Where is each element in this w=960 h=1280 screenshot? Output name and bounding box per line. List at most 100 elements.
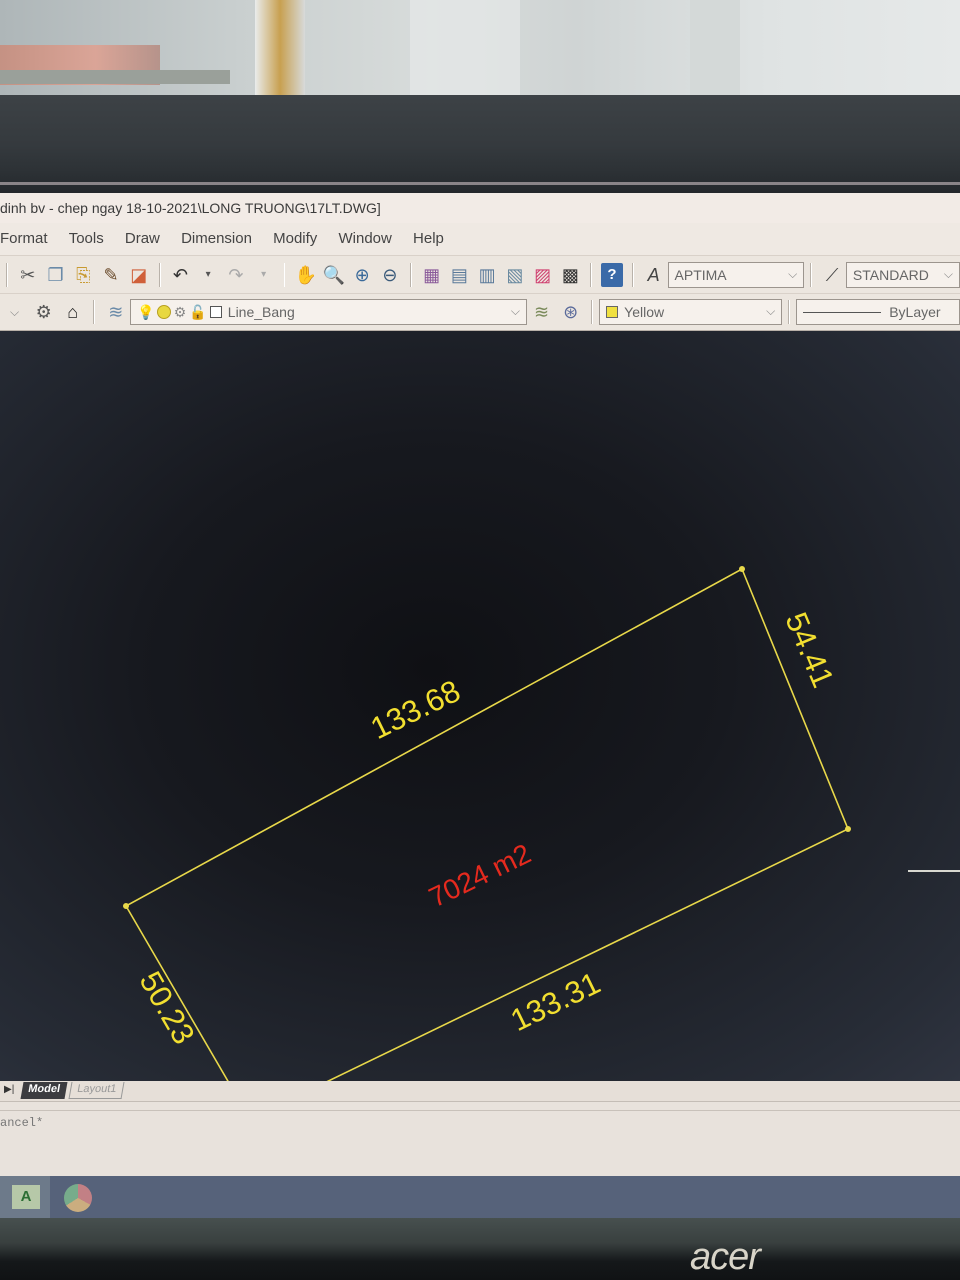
menu-format[interactable]: Format xyxy=(0,230,48,247)
copy-icon[interactable]: ❐ xyxy=(45,263,67,287)
dimension-top[interactable]: 133.68 xyxy=(365,673,466,746)
layer-viewport-freeze-icon: ⚙ xyxy=(173,303,187,320)
text-style-value: APTIMA xyxy=(674,266,727,283)
toolbar-separator xyxy=(6,262,8,287)
drawing-canvas[interactable]: 133.68 54.41 133.31 50.23 7024 m2 X xyxy=(0,331,960,1215)
calculator-icon[interactable]: ▩ xyxy=(559,263,581,287)
parcel-vertex[interactable] xyxy=(739,566,745,572)
dim-style-value: STANDARD xyxy=(852,266,929,283)
toolbar-separator xyxy=(158,262,161,287)
text-style-icon: A xyxy=(647,264,660,285)
zoom-window-icon[interactable]: ⊕ xyxy=(351,263,373,287)
command-separator xyxy=(0,1110,960,1111)
layer-states-icon[interactable]: ≋ xyxy=(104,300,127,324)
monitor-bezel-top xyxy=(0,95,960,195)
linetype-preview xyxy=(803,311,882,313)
markup-icon[interactable]: ▨ xyxy=(532,263,554,287)
design-center-icon[interactable]: ▦ xyxy=(421,263,443,287)
layers-toolbar: ⌵ ⚙ ⌂ ≋ 💡 ⚙ 🔓 Line_Bang ⌵ ≋ ⊛ Yellow ⌵ B… xyxy=(0,293,960,331)
dimension-bottom[interactable]: 133.31 xyxy=(505,965,606,1038)
sheet-set-icon[interactable]: ▧ xyxy=(504,263,526,287)
layer-lock-icon: 🔓 xyxy=(189,303,207,320)
pan-icon[interactable]: ✋ xyxy=(294,263,316,287)
area-label[interactable]: 7024 m2 xyxy=(424,838,536,914)
cut-icon[interactable]: ✂ xyxy=(17,263,39,287)
layer-freeze-icon xyxy=(156,305,171,319)
paste-icon[interactable]: ⎘ xyxy=(72,263,94,287)
wall-shelf xyxy=(0,70,230,84)
undo-dropdown-icon[interactable]: ▾ xyxy=(197,263,219,287)
chrome-icon[interactable] xyxy=(64,1184,92,1212)
layer-color-swatch xyxy=(209,306,222,318)
standard-toolbar: ✂ ❐ ⎘ ✎ ◪ ↶ ▾ ↷ ▾ ✋ 🔍 ⊕ ⊖ ▦ ▤ ▥ ▧ ▨ ▩ ? … xyxy=(0,255,960,293)
layer-walk-icon[interactable]: ⊛ xyxy=(559,300,582,324)
autocad-app-icon: A xyxy=(12,1185,40,1209)
make-current-icon[interactable]: ⌂ xyxy=(61,300,84,324)
monitor-brand-logo: acer xyxy=(690,1236,761,1278)
menu-modify[interactable]: Modify xyxy=(273,230,317,247)
toolbar-separator xyxy=(591,300,594,324)
layer-select[interactable]: 💡 ⚙ 🔓 Line_Bang ⌵ xyxy=(130,299,527,325)
zoom-realtime-icon[interactable]: 🔍 xyxy=(323,263,345,287)
toolbar-separator xyxy=(810,262,813,287)
block-editor-icon[interactable]: ◪ xyxy=(128,263,150,287)
toolbar-separator xyxy=(631,262,634,287)
wall-panel xyxy=(410,0,520,100)
command-history: ancel* xyxy=(0,1116,44,1130)
monitor-bezel-bottom: acer xyxy=(0,1218,960,1280)
redo-icon[interactable]: ↷ xyxy=(225,263,247,287)
tab-model[interactable]: Model xyxy=(20,1082,68,1099)
command-line[interactable]: ancel* xyxy=(0,1101,960,1176)
menu-dimension[interactable]: Dimension xyxy=(181,230,252,247)
taskbar-autocad[interactable]: A xyxy=(0,1176,50,1218)
tab-layout1[interactable]: Layout1 xyxy=(68,1082,125,1099)
dimension-left[interactable]: 50.23 xyxy=(133,965,202,1050)
autocad-window: dinh bv - chep ngay 18-10-2021\LONG TRUO… xyxy=(0,193,960,1218)
layer-on-icon: 💡 xyxy=(137,303,155,320)
menu-help[interactable]: Help xyxy=(413,230,444,247)
linetype-select[interactable]: ByLayer xyxy=(796,299,960,325)
wall-panel xyxy=(690,0,740,100)
window-title: dinh bv - chep ngay 18-10-2021\LONG TRUO… xyxy=(0,200,381,216)
layer-properties-icon[interactable]: ⚙ xyxy=(32,300,55,324)
match-properties-icon[interactable]: ✎ xyxy=(100,263,122,287)
undo-icon[interactable]: ↶ xyxy=(170,263,192,287)
dim-style-select[interactable]: STANDARD ⌵ xyxy=(845,261,960,288)
taskbar: A xyxy=(0,1176,960,1218)
text-style-select[interactable]: APTIMA ⌵ xyxy=(667,261,805,288)
toolbar-separator xyxy=(788,300,791,324)
layer-previous-icon[interactable]: ≋ xyxy=(530,300,553,324)
properties-icon[interactable]: ▤ xyxy=(448,263,470,287)
wall-post xyxy=(255,0,305,100)
menu-window[interactable]: Window xyxy=(338,230,391,247)
chevron-down-icon: ⌵ xyxy=(788,266,798,281)
title-bar: dinh bv - chep ngay 18-10-2021\LONG TRUO… xyxy=(0,193,960,223)
parcel-vertex[interactable] xyxy=(123,903,129,909)
help-icon[interactable]: ? xyxy=(601,262,623,287)
chevron-down-icon: ⌵ xyxy=(766,304,776,318)
toolbar-separator xyxy=(93,300,96,324)
toolbar-separator xyxy=(590,262,593,287)
redo-dropdown-icon[interactable]: ▾ xyxy=(253,263,275,287)
menu-draw[interactable]: Draw xyxy=(125,230,160,247)
drawing-svg: 133.68 54.41 133.31 50.23 7024 m2 xyxy=(123,566,960,1081)
layout-tabs: ▶| Model Layout1 xyxy=(0,1081,960,1101)
chevron-down-icon: ⌵ xyxy=(943,266,953,281)
layer-name: Line_Bang xyxy=(227,304,295,320)
background-wall xyxy=(0,0,960,100)
menu-tools[interactable]: Tools xyxy=(69,230,104,247)
parcel-outline[interactable] xyxy=(124,567,850,1081)
color-select[interactable]: Yellow ⌵ xyxy=(599,299,783,325)
zoom-previous-icon[interactable]: ⊖ xyxy=(379,263,401,287)
toolbar-separator xyxy=(409,262,412,287)
menu-bar: Format Tools Draw Dimension Modify Windo… xyxy=(0,223,960,255)
parcel-vertex[interactable] xyxy=(845,826,851,832)
color-value: Yellow xyxy=(624,304,665,320)
tab-nav-last-icon[interactable]: ▶| xyxy=(4,1084,14,1095)
chevron-down-icon: ⌵ xyxy=(510,304,520,318)
chevron-down-icon[interactable]: ⌵ xyxy=(3,300,26,324)
dim-style-icon: ⟋ xyxy=(825,264,839,285)
toolbar-separator xyxy=(283,262,286,287)
bezel-edge xyxy=(0,182,960,185)
tool-palettes-icon[interactable]: ▥ xyxy=(476,263,498,287)
